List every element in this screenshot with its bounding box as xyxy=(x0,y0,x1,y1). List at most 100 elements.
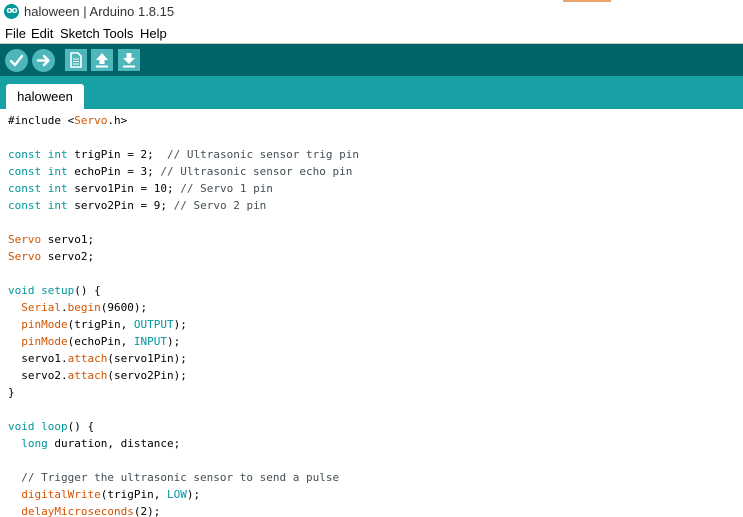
code-token: (trigPin, xyxy=(100,488,167,501)
code-token: begin xyxy=(67,301,101,314)
code-line[interactable]: delayMicroseconds(2); xyxy=(8,503,160,517)
menu-file[interactable]: File xyxy=(5,26,26,41)
code-token: Servo xyxy=(8,250,42,263)
menu-bar: File Edit Sketch Tools Help xyxy=(0,24,743,44)
code-token: Servo xyxy=(8,233,42,246)
code-token: const xyxy=(8,165,42,178)
code-token: LOW xyxy=(166,488,187,501)
checkmark-icon xyxy=(9,54,24,67)
code-token: servo1; xyxy=(41,233,95,246)
code-token: // Servo 1 pin xyxy=(180,182,273,195)
code-line[interactable]: const int servo2Pin = 9; // Servo 2 pin xyxy=(8,197,266,214)
code-token: // Ultrasonic sensor trig pin xyxy=(166,148,360,161)
code-line[interactable]: Servo servo2; xyxy=(8,248,94,265)
code-line[interactable]: #include <Servo.h> xyxy=(8,112,127,129)
code-line[interactable]: servo2.attach(servo2Pin); xyxy=(8,367,187,384)
menu-edit[interactable]: Edit xyxy=(31,26,53,41)
code-token: #include < xyxy=(8,114,75,127)
code-line[interactable]: pinMode(trigPin, OUTPUT); xyxy=(8,316,187,333)
code-line[interactable]: long duration, distance; xyxy=(8,435,180,452)
code-token: () { xyxy=(67,420,95,433)
code-token: () { xyxy=(74,284,101,297)
code-line[interactable]: void loop() { xyxy=(8,418,94,435)
code-token: .h> xyxy=(107,114,128,127)
code-line[interactable]: void setup() { xyxy=(8,282,101,299)
code-line[interactable]: const int echoPin = 3; // Ultrasonic sen… xyxy=(8,163,352,180)
code-line[interactable]: digitalWrite(trigPin, LOW); xyxy=(8,486,200,503)
code-token: setup xyxy=(41,284,75,297)
code-token: servo2Pin = 9; xyxy=(67,199,174,212)
code-token: void xyxy=(8,420,35,433)
code-token: INPUT xyxy=(133,335,167,348)
code-line[interactable]: Servo servo1; xyxy=(8,231,94,248)
code-token: ); xyxy=(166,335,181,348)
code-token: int xyxy=(47,199,68,212)
code-token: void xyxy=(8,284,35,297)
arrow-down-icon xyxy=(123,53,135,68)
code-line[interactable]: pinMode(echoPin, INPUT); xyxy=(8,333,180,350)
code-token: attach xyxy=(67,352,108,365)
verify-button[interactable] xyxy=(5,49,28,72)
code-line[interactable]: servo1.attach(servo1Pin); xyxy=(8,350,187,367)
code-line[interactable]: Serial.begin(9600); xyxy=(8,299,147,316)
code-line[interactable]: } xyxy=(8,384,15,401)
tab-bar: haloween xyxy=(0,76,743,109)
upload-button[interactable] xyxy=(32,49,55,72)
code-token: servo1. xyxy=(8,352,68,365)
code-token: const xyxy=(8,199,42,212)
code-line[interactable]: const int servo1Pin = 10; // Servo 1 pin xyxy=(8,180,273,197)
code-token: ); xyxy=(186,488,201,501)
toolbar xyxy=(0,44,743,76)
code-token: (9600); xyxy=(100,301,148,314)
code-token: Serial xyxy=(21,301,61,314)
code-token: servo2; xyxy=(41,250,95,263)
menu-help[interactable]: Help xyxy=(140,26,167,41)
code-token: servo2. xyxy=(8,369,68,382)
code-token: loop xyxy=(41,420,68,433)
code-token: attach xyxy=(67,369,108,382)
code-token: pinMode xyxy=(21,318,68,331)
code-token: digitalWrite xyxy=(21,488,101,501)
code-line[interactable]: // Trigger the ultrasonic sensor to send… xyxy=(8,469,339,486)
open-button[interactable] xyxy=(91,49,113,71)
new-button[interactable] xyxy=(65,49,87,71)
tab-haloween[interactable]: haloween xyxy=(6,84,84,109)
code-token: int xyxy=(47,148,68,161)
code-editor[interactable]: #include <Servo.h> const int trigPin = 2;… xyxy=(0,109,743,517)
window-accent-strip xyxy=(563,0,611,2)
code-token: . xyxy=(61,301,68,314)
code-token: OUTPUT xyxy=(133,318,174,331)
code-token: (servo2Pin); xyxy=(107,369,187,382)
arrow-up-icon xyxy=(96,53,108,68)
code-token: const xyxy=(8,182,42,195)
code-token: echoPin = 3; xyxy=(67,165,161,178)
code-token: delayMicroseconds xyxy=(21,505,134,517)
code-token: (2); xyxy=(133,505,161,517)
code-token: // Servo 2 pin xyxy=(173,199,267,212)
code-token: } xyxy=(8,386,15,399)
code-token: ); xyxy=(173,318,187,331)
window-title: haloween | Arduino 1.8.15 xyxy=(24,4,175,19)
save-button[interactable] xyxy=(118,49,140,71)
arrow-right-icon xyxy=(36,54,50,67)
arduino-infinity-icon: oo xyxy=(4,4,19,19)
code-line[interactable]: const int trigPin = 2; // Ultrasonic sen… xyxy=(8,146,359,163)
code-token: (servo1Pin); xyxy=(107,352,187,365)
code-token: pinMode xyxy=(21,335,68,348)
code-token: servo1Pin = 10; xyxy=(67,182,181,195)
menu-sketch[interactable]: Sketch xyxy=(60,26,100,41)
menu-tools[interactable]: Tools xyxy=(103,26,133,41)
code-token: trigPin = 2; xyxy=(67,148,167,161)
title-bar: oo haloween | Arduino 1.8.15 xyxy=(0,0,743,24)
code-token: // Ultrasonic sensor echo pin xyxy=(160,165,353,178)
new-file-icon xyxy=(70,52,82,68)
